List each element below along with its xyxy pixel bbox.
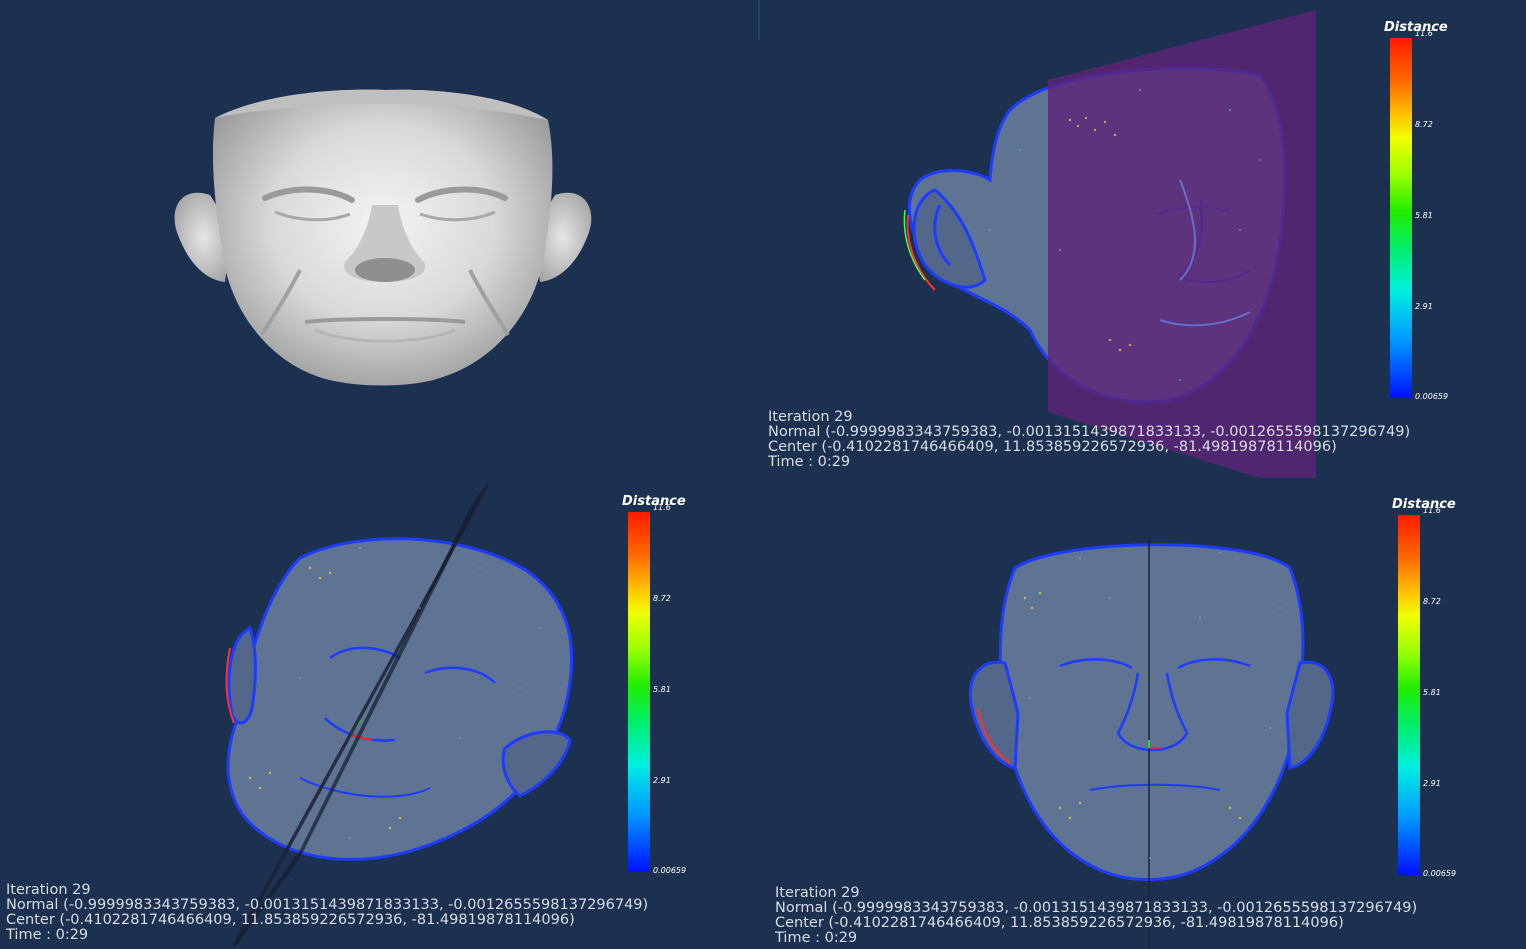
head-mesh [226, 537, 574, 861]
normal-label: Normal (-0.9999983343759383, -0.00131514… [6, 897, 649, 913]
iteration-label: Iteration 29 [775, 885, 860, 901]
colorbar-tick: 8.72 [1423, 597, 1441, 606]
iteration-info: Iteration 29 Normal (-0.9999983343759383… [6, 883, 648, 943]
normal-label: Normal (-0.9999983343759383, -0.00131514… [768, 424, 1411, 440]
colorbar-tick-min: 0.00659 [1415, 392, 1449, 401]
viewport-bottom-left[interactable]: Distance 11.6 8.72 5.81 2.91 0.00659 Ite… [0, 478, 758, 949]
iteration-info: Iteration 29 Normal (-0.9999983343759383… [775, 886, 1417, 946]
distance-colorbar: Distance 11.6 8.72 5.81 2.91 0.00659 [1384, 20, 1470, 401]
center-label: Center (-0.4102281746466409, 11.85385922… [6, 912, 575, 928]
iteration-label: Iteration 29 [768, 409, 853, 425]
time-label: Time : 0:29 [768, 454, 851, 470]
left-ear-mesh [227, 625, 257, 725]
iteration-label: Iteration 29 [6, 882, 91, 898]
colorbar-gradient [1398, 515, 1420, 875]
symmetry-plane [1048, 10, 1316, 478]
colorbar-tick: 8.72 [653, 594, 671, 603]
colorbar-gradient [1390, 38, 1412, 398]
head-mesh [998, 543, 1305, 881]
colorbar-tick: 5.81 [1415, 211, 1433, 220]
colorbar-tick-max: 11.6 [1423, 506, 1441, 515]
colorbar-tick-max: 11.6 [1415, 29, 1433, 38]
center-label: Center (-0.4102281746466409, 11.85385922… [768, 439, 1337, 455]
colorbar-tick: 2.91 [653, 776, 671, 785]
center-label: Center (-0.4102281746466409, 11.85385922… [775, 915, 1344, 931]
surface-face-render[interactable] [0, 0, 758, 474]
time-label: Time : 0:29 [775, 930, 858, 946]
colorbar-tick: 8.72 [1415, 120, 1433, 129]
colorbar-tick: 5.81 [1423, 688, 1441, 697]
visualization-window: Distance 11.6 8.72 5.81 2.91 0.00659 Ite… [0, 0, 1526, 949]
colorbar-tick: 2.91 [1415, 302, 1433, 311]
colorbar-tick-min: 0.00659 [653, 866, 687, 875]
right-ear-mesh [501, 730, 572, 798]
viewport-bottom-right[interactable]: Distance 11.6 8.72 5.81 2.91 0.00659 Ite… [760, 478, 1526, 949]
colorbar-tick-min: 0.00659 [1423, 869, 1457, 878]
colorbar-tick: 2.91 [1423, 779, 1441, 788]
viewport-top-left[interactable] [0, 0, 758, 474]
distance-colorbar: Distance 11.6 8.72 5.81 2.91 0.00659 [622, 494, 708, 875]
colorbar-gradient [628, 512, 650, 872]
distance-colorbar: Distance 11.6 8.72 5.81 2.91 0.00659 [1392, 497, 1478, 878]
colorbar-tick-max: 11.6 [653, 503, 671, 512]
normal-label: Normal (-0.9999983343759383, -0.00131514… [775, 900, 1418, 916]
colorbar-tick: 5.81 [653, 685, 671, 694]
time-label: Time : 0:29 [6, 927, 89, 943]
iteration-info: Iteration 29 Normal (-0.9999983343759383… [768, 410, 1410, 470]
viewport-top-right[interactable]: Distance 11.6 8.72 5.81 2.91 0.00659 Ite… [760, 0, 1526, 478]
